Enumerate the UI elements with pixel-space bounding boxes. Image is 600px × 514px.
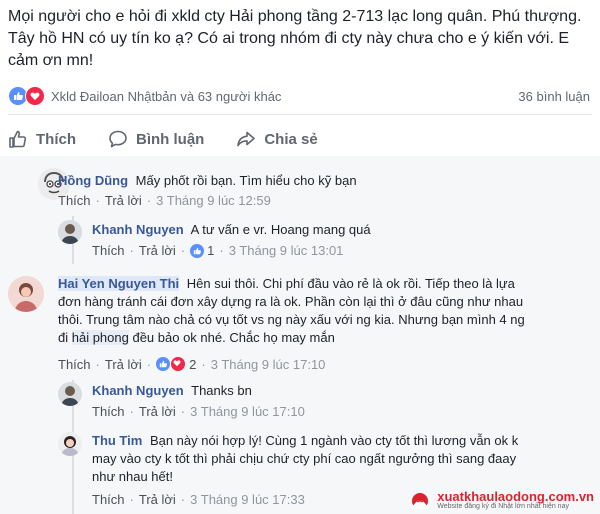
comment-reply-link[interactable]: Trả lời bbox=[139, 404, 176, 419]
comment-text: A tư vấn e vr. Hoang mang quá bbox=[190, 222, 371, 237]
person-avatar-icon bbox=[58, 382, 82, 406]
watermark-name: xuatkhaulaodong.com.vn bbox=[437, 489, 594, 504]
comment: Hồng Dũng Mấy phốt rồi bạn. Tìm hiểu cho… bbox=[58, 172, 578, 190]
comments-count[interactable]: 36 bình luận bbox=[518, 89, 590, 104]
avatar[interactable] bbox=[58, 382, 82, 406]
comment-timestamp[interactable]: 3 Tháng 9 lúc 13:01 bbox=[229, 243, 344, 258]
commenter-name[interactable]: Khanh Nguyen bbox=[92, 383, 184, 398]
reply: Khanh Nguyen A tư vấn e vr. Hoang mang q… bbox=[92, 221, 572, 239]
commenter-name[interactable]: Hồng Dũng bbox=[58, 173, 128, 188]
reaction-count[interactable]: 1 bbox=[207, 243, 214, 258]
watermark-tagline: Website đăng ký đi Nhật lớn nhất hiện na… bbox=[437, 503, 569, 510]
thumbs-up-icon bbox=[9, 130, 27, 148]
comment-meta: Thích · Trả lời · 2 · 3 Tháng 9 lúc 17:1… bbox=[58, 356, 326, 372]
post-text: Mọi người cho e hỏi đi xkld cty Hải phon… bbox=[8, 8, 582, 69]
comment-like-link[interactable]: Thích bbox=[92, 404, 125, 419]
comment-text: Thanks bn bbox=[191, 383, 252, 398]
comment-reply-link[interactable]: Trả lời bbox=[105, 193, 142, 208]
person-avatar-icon bbox=[58, 432, 82, 456]
comment-like-link[interactable]: Thích bbox=[92, 492, 125, 507]
comment-meta: Thích · Trả lời · 1 · 3 Tháng 9 lúc 13:0… bbox=[92, 243, 344, 258]
person-avatar-icon bbox=[58, 220, 82, 244]
like-label: Thích bbox=[36, 130, 76, 148]
comment-label: Bình luận bbox=[136, 130, 205, 148]
love-reaction-icon[interactable] bbox=[170, 356, 187, 372]
avatar[interactable] bbox=[58, 432, 82, 456]
reaction-count[interactable]: 2 bbox=[189, 357, 196, 372]
comment-like-link[interactable]: Thích bbox=[58, 193, 91, 208]
comment-meta: Thích · Trả lời · 3 Tháng 9 lúc 17:10 bbox=[92, 404, 305, 419]
comment-like-link[interactable]: Thích bbox=[58, 357, 91, 372]
comment-icon bbox=[109, 130, 127, 148]
love-reaction-icon bbox=[25, 86, 45, 106]
avatar[interactable] bbox=[8, 276, 44, 312]
comment-reply-link[interactable]: Trả lời bbox=[105, 357, 142, 372]
comment-meta: Thích · Trả lời · 3 Tháng 9 lúc 17:33 bbox=[92, 492, 305, 507]
comment-timestamp[interactable]: 3 Tháng 9 lúc 12:59 bbox=[156, 193, 271, 208]
fuji-logo-icon bbox=[410, 492, 431, 509]
comment: Hai Yen Nguyen Thi Hên sui thôi. Chi phí… bbox=[58, 275, 538, 347]
like-button[interactable]: Thích bbox=[8, 129, 76, 149]
post-actions: Thích Bình luận Chia sẻ bbox=[8, 122, 592, 156]
reply: Khanh Nguyen Thanks bn bbox=[92, 382, 572, 400]
commenter-name[interactable]: Thu Tim bbox=[92, 433, 142, 448]
reaction-icons[interactable] bbox=[8, 86, 45, 106]
comment-text: Mấy phốt rồi bạn. Tìm hiểu cho kỹ bạn bbox=[135, 173, 357, 188]
comment-timestamp[interactable]: 3 Tháng 9 lúc 17:10 bbox=[211, 357, 326, 372]
comment-timestamp[interactable]: 3 Tháng 9 lúc 17:33 bbox=[190, 492, 305, 507]
commenter-name[interactable]: Khanh Nguyen bbox=[92, 222, 184, 237]
avatar[interactable] bbox=[58, 220, 82, 244]
comment-text: Bạn này nói hợp lý! Cùng 1 ngành vào cty… bbox=[92, 433, 519, 484]
watermark: xuatkhaulaodong.com.vn Website đăng ký đ… bbox=[407, 490, 594, 511]
comment-timestamp[interactable]: 3 Tháng 9 lúc 17:10 bbox=[190, 404, 305, 419]
comment-reply-link[interactable]: Trả lời bbox=[139, 243, 176, 258]
comment-like-link[interactable]: Thích bbox=[92, 243, 125, 258]
share-label: Chia sẻ bbox=[264, 130, 318, 148]
commenter-name[interactable]: Hai Yen Nguyen Thi bbox=[58, 276, 180, 291]
reactions-bar: Xkld Đailoan Nhậtbản và 63 người khác 36… bbox=[8, 84, 590, 108]
mention-link[interactable]: hải phong bbox=[71, 330, 129, 345]
comment-button[interactable]: Bình luận bbox=[108, 129, 204, 149]
share-button[interactable]: Chia sẻ bbox=[236, 129, 318, 149]
person-avatar-icon bbox=[8, 276, 44, 312]
comment-text-part: đều bảo ok nhé. Chắc họ may mắn bbox=[128, 330, 335, 345]
like-reaction-icon[interactable] bbox=[190, 243, 205, 258]
like-reaction-icon[interactable] bbox=[156, 357, 171, 371]
share-arrow-icon bbox=[237, 131, 256, 147]
reply: Thu Tim Bạn này nói hợp lý! Cùng 1 ngành… bbox=[92, 432, 540, 486]
comment-meta: Thích · Trả lời · 3 Tháng 9 lúc 12:59 bbox=[58, 193, 271, 208]
divider bbox=[8, 114, 592, 115]
reactions-summary[interactable]: Xkld Đailoan Nhậtbản và 63 người khác bbox=[51, 89, 281, 104]
comment-reply-link[interactable]: Trả lời bbox=[139, 492, 176, 507]
